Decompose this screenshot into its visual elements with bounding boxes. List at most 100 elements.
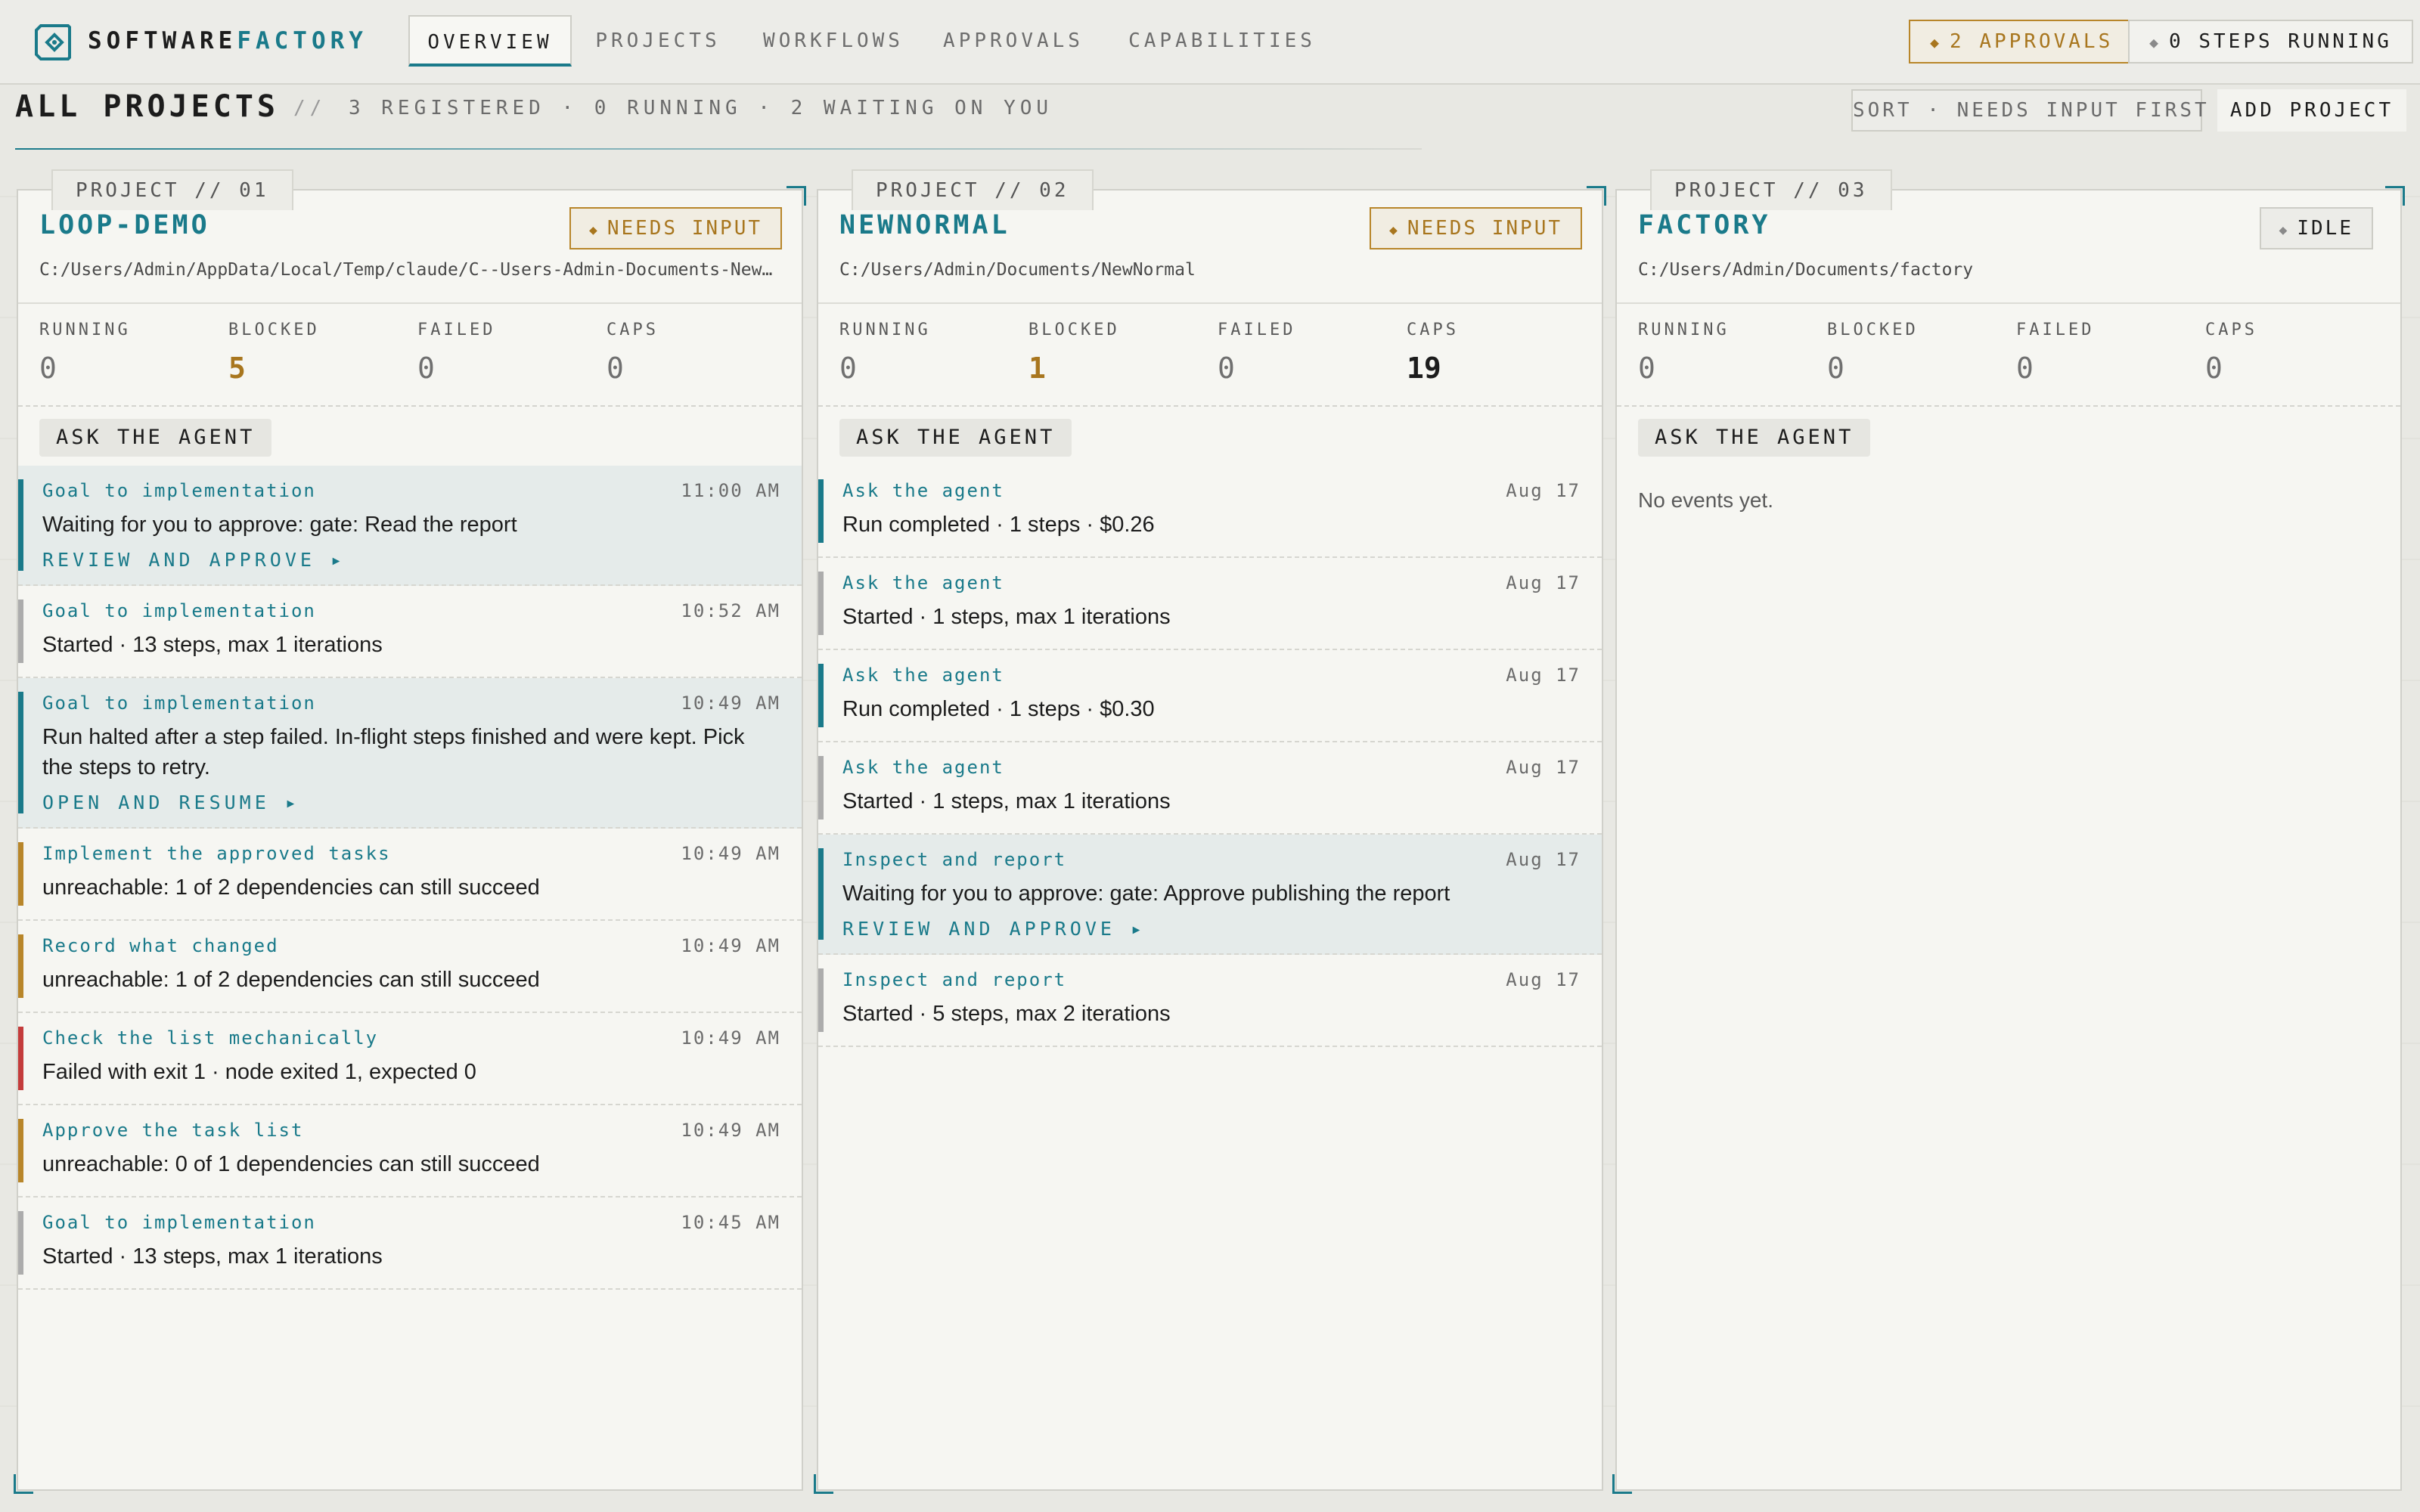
event-item[interactable]: Approve the task list 10:49 AM unreachabl…	[18, 1105, 802, 1198]
event-item[interactable]: Goal to implementation 11:00 AM Waiting f…	[18, 466, 802, 586]
event-time: Aug 17	[1506, 665, 1581, 686]
event-item[interactable]: Goal to implementation 10:49 AM Run halte…	[18, 678, 802, 829]
event-item[interactable]: Record what changed 10:49 AM unreachable:…	[18, 921, 802, 1013]
event-item[interactable]: Goal to implementation 10:52 AM Started ·…	[18, 586, 802, 678]
event-item[interactable]: Inspect and report Aug 17 Started · 5 ste…	[818, 955, 1602, 1047]
tab-projects[interactable]: PROJECTS	[590, 15, 726, 67]
event-title: Ask the agent	[842, 757, 1004, 778]
project-path: C:/Users/Admin/Documents/NewNormal	[839, 260, 1196, 280]
event-status-bar	[18, 600, 23, 663]
stat-label: CAPS	[2205, 321, 2257, 339]
ask-agent-button[interactable]: ASK THE AGENT	[39, 419, 272, 457]
steps-running-count: 0 STEPS RUNNING	[2169, 30, 2392, 53]
stat-value: 0	[839, 352, 857, 385]
corner-bracket	[1612, 1474, 1632, 1494]
event-item[interactable]: Ask the agent Aug 17 Run completed · 1 st…	[818, 466, 1602, 558]
divider	[818, 405, 1602, 407]
review-approve-link[interactable]: REVIEW AND APPROVE ▸	[42, 549, 780, 571]
stat-failed: FAILED 0	[417, 321, 599, 385]
event-title: Approve the task list	[42, 1120, 304, 1141]
open-resume-link[interactable]: OPEN AND RESUME ▸	[42, 792, 780, 813]
status-label: NEEDS INPUT	[607, 217, 762, 240]
project-card-newnormal[interactable]: PROJECT // 02 NEWNORMAL ◆ NEEDS INPUT C:/…	[814, 169, 1606, 1494]
project-name[interactable]: NEWNORMAL	[839, 210, 1010, 240]
brand-wordmark[interactable]: SOFTWAREFACTORY	[88, 27, 368, 54]
event-message: Started · 1 steps, max 1 iterations	[842, 605, 1171, 629]
event-message: Waiting for you to approve: gate: Approv…	[842, 881, 1450, 906]
event-item[interactable]: Implement the approved tasks 10:49 AM unr…	[18, 829, 802, 921]
event-time: 10:45 AM	[681, 1212, 780, 1233]
approvals-count: 2 APPROVALS	[1950, 30, 2114, 53]
steps-running-pill[interactable]: ◆ 0 STEPS RUNNING	[2128, 20, 2413, 64]
event-title: Implement the approved tasks	[42, 843, 391, 864]
divider	[1617, 302, 2400, 304]
brand-primary: SOFTWARE	[88, 27, 237, 54]
event-message: Run completed · 1 steps · $0.30	[842, 697, 1155, 721]
stat-label: RUNNING	[1638, 321, 1730, 339]
event-status-bar	[818, 479, 824, 543]
corner-bracket	[814, 1474, 833, 1494]
project-path: C:/Users/Admin/AppData/Local/Temp/claude…	[39, 260, 780, 280]
stat-label: FAILED	[2016, 321, 2095, 339]
stat-label: BLOCKED	[1827, 321, 1919, 339]
project-card-loop-demo[interactable]: PROJECT // 01 LOOP-DEMO ◆ NEEDS INPUT C:/…	[14, 169, 806, 1494]
status-badge: ◆ NEEDS INPUT	[1369, 207, 1582, 249]
project-name[interactable]: FACTORY	[1638, 210, 1771, 240]
event-item[interactable]: Inspect and report Aug 17 Waiting for you…	[818, 835, 1602, 955]
ask-agent-button[interactable]: ASK THE AGENT	[1638, 419, 1871, 457]
event-message: Failed with exit 1 · node exited 1, expe…	[42, 1060, 476, 1084]
ask-agent-button[interactable]: ASK THE AGENT	[839, 419, 1072, 457]
stat-caps: CAPS 19	[1407, 321, 1588, 385]
stat-blocked: BLOCKED 0	[1827, 321, 2009, 385]
factory-logo-icon[interactable]	[33, 23, 73, 62]
event-status-bar	[18, 842, 23, 906]
stat-value: 0	[1638, 352, 1655, 385]
event-message: Started · 13 steps, max 1 iterations	[42, 633, 383, 657]
stat-caps: CAPS 0	[2205, 321, 2387, 385]
event-time: 10:52 AM	[681, 600, 780, 621]
stat-value: 0	[1827, 352, 1844, 385]
event-status-bar	[18, 934, 23, 998]
event-item[interactable]: Ask the agent Aug 17 Started · 1 steps, m…	[818, 558, 1602, 650]
tab-overview[interactable]: OVERVIEW	[408, 15, 572, 67]
event-title: Ask the agent	[842, 480, 1004, 501]
stat-running: RUNNING 0	[39, 321, 221, 385]
corner-bracket	[14, 1474, 33, 1494]
event-message: Started · 5 steps, max 2 iterations	[842, 1002, 1171, 1026]
sort-button[interactable]: SORT · NEEDS INPUT FIRST	[1851, 89, 2207, 132]
stat-label: FAILED	[417, 321, 496, 339]
event-title: Goal to implementation	[42, 480, 316, 501]
tab-approvals[interactable]: APPROVALS	[938, 15, 1089, 67]
stat-value: 19	[1407, 352, 1441, 385]
event-item[interactable]: Ask the agent Aug 17 Run completed · 1 st…	[818, 650, 1602, 742]
stat-value: 0	[39, 352, 57, 385]
event-time: Aug 17	[1506, 969, 1581, 990]
project-card-factory[interactable]: PROJECT // 03 FACTORY ◆ IDLE C:/Users/Adm…	[1612, 169, 2405, 1494]
status-badge: ◆ IDLE	[2259, 207, 2373, 249]
stat-value: 0	[607, 352, 624, 385]
review-approve-link[interactable]: REVIEW AND APPROVE ▸	[842, 918, 1581, 940]
project-name[interactable]: LOOP-DEMO	[39, 210, 210, 240]
event-status-bar	[18, 479, 23, 571]
event-time: 11:00 AM	[681, 480, 780, 501]
event-title: Inspect and report	[842, 969, 1067, 990]
divider	[1617, 405, 2400, 407]
tab-workflows[interactable]: WORKFLOWS	[756, 15, 911, 67]
approvals-pill[interactable]: ◆ 2 APPROVALS	[1909, 20, 2135, 64]
tab-capabilities[interactable]: CAPABILITIES	[1122, 15, 1322, 67]
event-message: Run completed · 1 steps · $0.26	[842, 513, 1155, 537]
event-item[interactable]: Goal to implementation 10:45 AM Started ·…	[18, 1198, 802, 1290]
event-title: Goal to implementation	[42, 1212, 316, 1233]
event-title: Ask the agent	[842, 572, 1004, 593]
diamond-icon: ◆	[2149, 33, 2162, 51]
event-title: Goal to implementation	[42, 600, 316, 621]
event-time: Aug 17	[1506, 572, 1581, 593]
title-underline	[15, 148, 1422, 150]
event-status-bar	[18, 692, 23, 813]
event-item[interactable]: Check the list mechanically 10:49 AM Fail…	[18, 1013, 802, 1105]
stat-value: 0	[2205, 352, 2223, 385]
add-project-button[interactable]: ADD PROJECT	[2217, 89, 2406, 132]
event-time: 10:49 AM	[681, 692, 780, 714]
event-item[interactable]: Ask the agent Aug 17 Started · 1 steps, m…	[818, 742, 1602, 835]
event-time: Aug 17	[1506, 757, 1581, 778]
